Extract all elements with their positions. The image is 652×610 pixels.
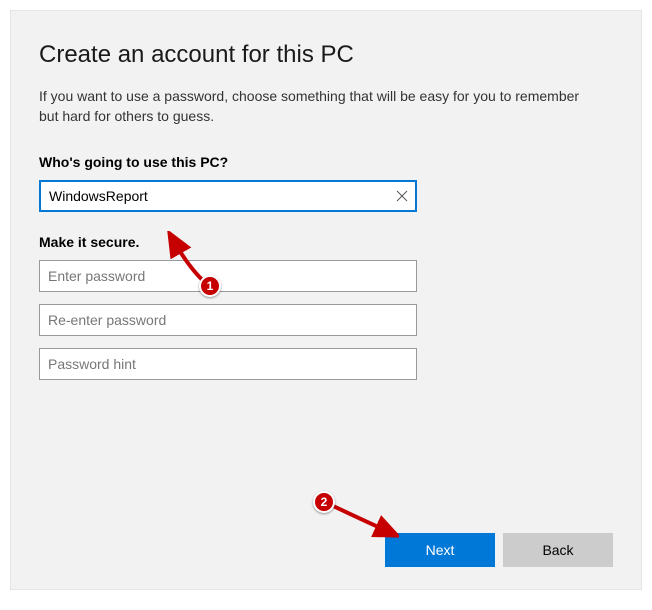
password-input[interactable] <box>39 260 417 292</box>
username-field-wrap <box>39 180 417 212</box>
back-button[interactable]: Back <box>503 533 613 567</box>
secure-section-label: Make it secure. <box>39 234 613 250</box>
clear-username-button[interactable] <box>393 187 411 205</box>
button-row: Next Back <box>385 533 613 567</box>
annotation-badge-2: 2 <box>313 491 335 513</box>
create-account-panel: Create an account for this PC If you wan… <box>10 10 642 590</box>
page-title: Create an account for this PC <box>39 41 613 69</box>
username-input[interactable] <box>39 180 417 212</box>
password-hint-input[interactable] <box>39 348 417 380</box>
close-icon <box>396 190 408 202</box>
confirm-password-input[interactable] <box>39 304 417 336</box>
page-subtitle: If you want to use a password, choose so… <box>39 87 599 126</box>
next-button[interactable]: Next <box>385 533 495 567</box>
username-section-label: Who's going to use this PC? <box>39 154 613 170</box>
